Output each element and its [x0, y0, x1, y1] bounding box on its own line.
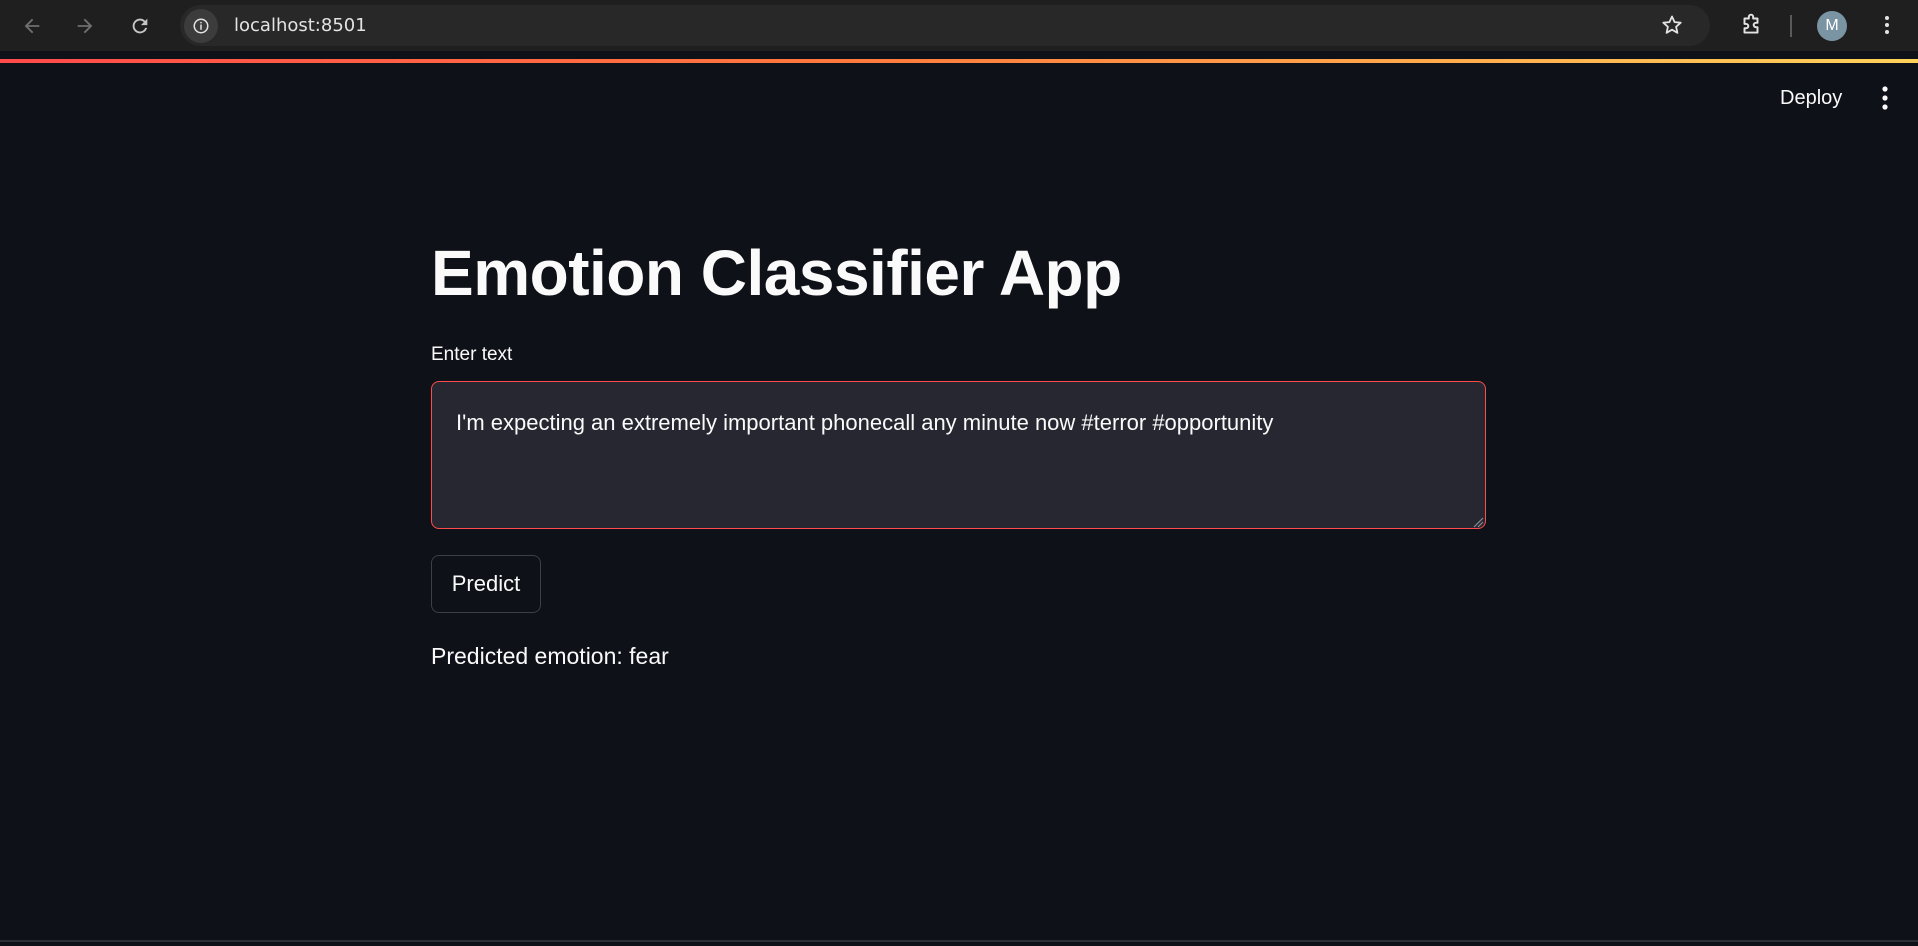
reload-button[interactable] [122, 8, 158, 44]
extensions-button[interactable] [1736, 10, 1766, 40]
profile-initial: M [1825, 17, 1839, 34]
profile-avatar[interactable]: M [1817, 11, 1847, 41]
site-info-button[interactable] [184, 9, 218, 43]
arrow-left-icon [24, 18, 40, 34]
bookmark-button[interactable] [1657, 10, 1687, 40]
toolbar-divider [1790, 15, 1792, 37]
arrow-right-icon [77, 18, 93, 34]
text-input-label: Enter text [431, 344, 513, 365]
bottom-divider [0, 940, 1918, 942]
page-title: Emotion Classifier App [431, 237, 1122, 309]
app-header-decoration [0, 59, 1918, 63]
address-bar[interactable]: localhost:8501 [180, 5, 1710, 46]
info-icon [193, 18, 209, 34]
predict-button[interactable]: Predict [431, 555, 541, 613]
url-text[interactable]: localhost:8501 [234, 5, 367, 46]
browser-menu-button[interactable] [1872, 10, 1902, 40]
reload-icon [132, 18, 148, 34]
resize-handle-icon[interactable] [1472, 516, 1484, 528]
deploy-button[interactable]: Deploy [1768, 80, 1854, 116]
star-icon [1662, 15, 1682, 34]
browser-toolbar: localhost:8501 M [0, 0, 1918, 51]
app-menu-button[interactable] [1870, 82, 1900, 114]
text-input[interactable]: I'm expecting an extremely important pho… [431, 381, 1486, 529]
kebab-menu-icon [1882, 86, 1888, 110]
back-button[interactable] [14, 8, 50, 44]
kebab-menu-icon [1885, 16, 1889, 34]
prediction-result: Predicted emotion: fear [431, 643, 669, 669]
forward-button[interactable] [67, 8, 103, 44]
puzzle-icon [1743, 13, 1759, 34]
